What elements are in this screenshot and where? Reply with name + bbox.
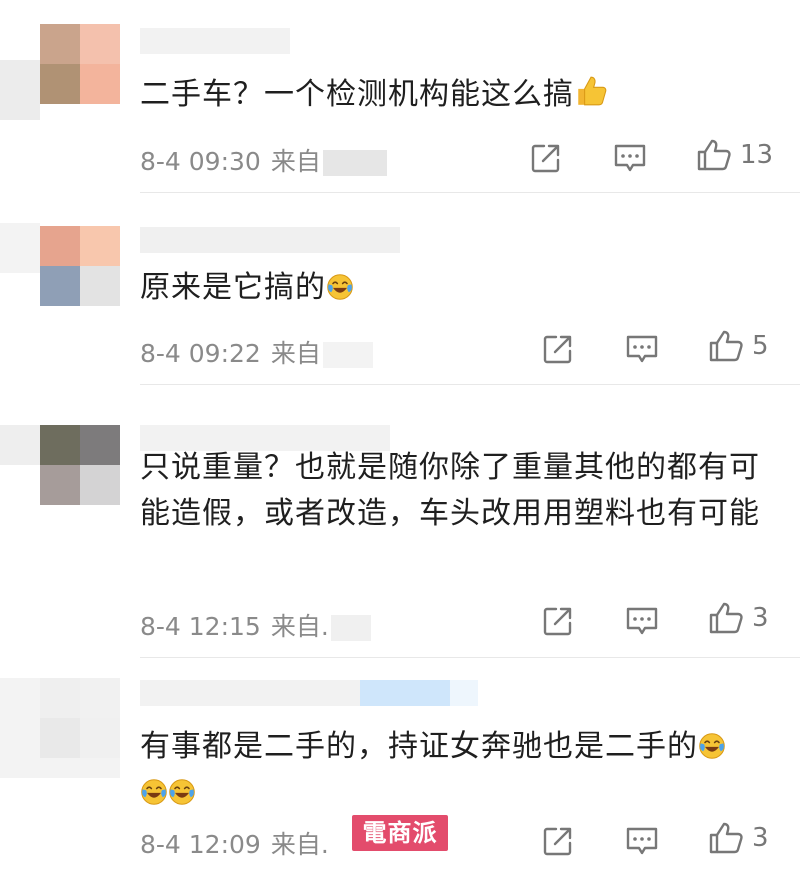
comment-time: 8-4 09:30 (140, 147, 261, 176)
avatar[interactable] (40, 678, 120, 758)
thumbs-up-icon (708, 821, 744, 855)
comment-icon (624, 825, 660, 857)
like-count: 13 (740, 140, 774, 170)
like-count: 5 (752, 331, 769, 361)
share-icon (542, 605, 574, 637)
blurred-region (450, 680, 478, 706)
comment-meta: 8-4 12:09 来自. (140, 825, 329, 861)
source-blurred (322, 150, 387, 176)
like-count: 3 (752, 603, 769, 633)
blurred-region (0, 425, 40, 465)
comment-icon (612, 142, 648, 174)
tears-of-joy-emoji (698, 732, 726, 760)
comment-text: 二手车？一个检测机构能这么搞 (140, 72, 780, 118)
avatar[interactable] (40, 24, 120, 104)
thumbs-up-icon (696, 138, 732, 172)
comment-meta: 8-4 12:15 来自. (140, 607, 371, 643)
tears-of-joy-emoji (326, 273, 354, 301)
like-button[interactable]: 13 (696, 138, 773, 172)
share-button[interactable] (542, 825, 574, 857)
blurred-region (360, 680, 450, 706)
like-button[interactable]: 3 (708, 601, 769, 635)
like-count: 3 (752, 823, 769, 853)
comment-meta: 8-4 09:30 来自 (140, 142, 387, 178)
comment-item: 原来是它搞的 8-4 09:22 来自 5 (0, 193, 800, 383)
comment-text: 只说重量？也就是随你除了重量其他的都有可能造假，或者改造，车头改用用塑料也有可能 (140, 450, 760, 531)
tears-of-joy-emoji (140, 778, 168, 806)
avatar[interactable] (40, 226, 120, 306)
comment-item: 二手车？一个检测机构能这么搞 8-4 09:30 来自 13 (0, 0, 800, 192)
reply-button[interactable] (612, 142, 648, 174)
blurred-region (0, 223, 40, 273)
reply-button[interactable] (624, 333, 660, 365)
username-blurred[interactable] (140, 680, 360, 706)
source-blurred (322, 342, 373, 368)
comment-source: 来自. (270, 612, 329, 641)
blurred-region (0, 60, 40, 120)
comment-text: 原来是它搞的 (140, 265, 780, 311)
username-blurred[interactable] (140, 28, 290, 54)
thumbs-up-emoji (574, 74, 608, 108)
comment-text: 有事都是二手的，持证女奔驰也是二手的 (140, 724, 780, 816)
comment-icon (624, 605, 660, 637)
share-icon (542, 825, 574, 857)
share-button[interactable] (530, 142, 562, 174)
comment-source: 来自. (270, 830, 329, 859)
like-button[interactable]: 5 (708, 329, 769, 363)
thumbs-up-icon (708, 601, 744, 635)
thumbs-up-icon (708, 329, 744, 363)
comment-item: 只说重量？也就是随你除了重量其他的都有可能造假，或者改造，车头改用用塑料也有可能… (0, 385, 800, 657)
comment-time: 8-4 12:09 (140, 830, 261, 859)
avatar[interactable] (40, 425, 120, 505)
username-blurred[interactable] (140, 227, 400, 253)
comment-icon (624, 333, 660, 365)
share-icon (530, 142, 562, 174)
comment-meta: 8-4 09:22 来自 (140, 334, 373, 370)
watermark-logo: 電商派 (352, 815, 448, 851)
share-icon (542, 333, 574, 365)
like-button[interactable]: 3 (708, 821, 769, 855)
comment-source: 来自 (270, 147, 321, 176)
comment-time: 8-4 09:22 (140, 339, 261, 368)
source-blurred (330, 615, 371, 641)
share-button[interactable] (542, 605, 574, 637)
reply-button[interactable] (624, 605, 660, 637)
comment-time: 8-4 12:15 (140, 612, 261, 641)
reply-button[interactable] (624, 825, 660, 857)
share-button[interactable] (542, 333, 574, 365)
comment-source: 来自 (270, 339, 321, 368)
tears-of-joy-emoji (168, 778, 196, 806)
